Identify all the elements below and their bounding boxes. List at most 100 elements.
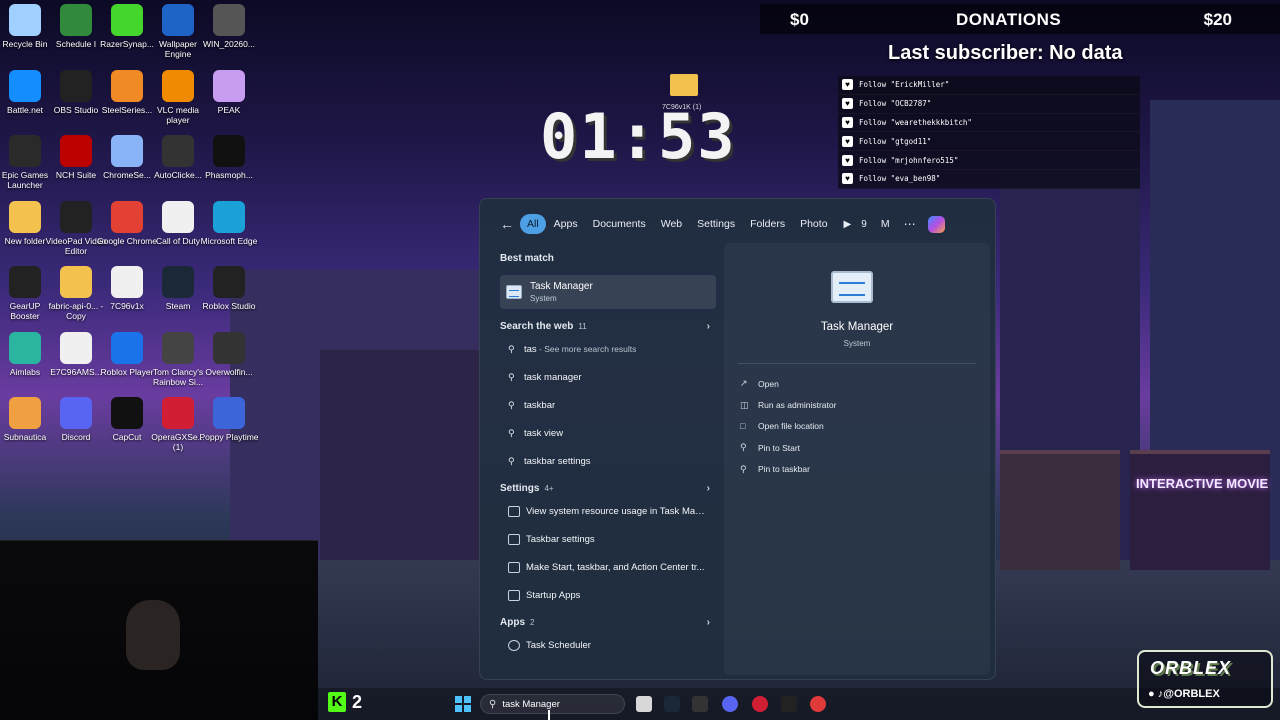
schedule-i-icon — [60, 4, 92, 36]
app-result-row[interactable]: Task Scheduler — [500, 631, 716, 659]
discord-taskbar-icon[interactable] — [722, 696, 738, 712]
web-result-row[interactable]: ⚲ taskbar settings — [500, 447, 716, 475]
heart-icon: ♥ — [842, 154, 853, 166]
desktop-icon[interactable]: Poppy Playtime — [199, 397, 259, 442]
desktop-icon[interactable]: VLC media player — [150, 69, 206, 125]
follow-text: Follow "eva_ben98" — [859, 174, 941, 184]
building-bg — [320, 350, 480, 570]
desktop-icon[interactable]: Overwolfin... — [201, 331, 257, 377]
settings-result-row[interactable]: View system resource usage in Task Man..… — [500, 497, 716, 525]
detail-action[interactable]: ◫ Run as administrator — [740, 394, 836, 415]
desktop-icon[interactable]: Microsoft Edge — [200, 200, 258, 246]
copilot-icon[interactable] — [927, 215, 945, 233]
countdown-timer: 01:53 — [540, 100, 737, 173]
steelseries-icon — [111, 69, 143, 102]
follow-goal-row: ♥ Follow "eva_ben98" — [838, 169, 1140, 189]
search-icon: ⚲ — [508, 455, 515, 466]
desktop-icon[interactable]: Wallpaper Engine — [150, 4, 206, 59]
chevron-right-icon: › — [706, 616, 710, 628]
desktop-icon[interactable]: WIN_20260... — [201, 4, 257, 49]
settings-result-label: View system resource usage in Task Man..… — [526, 505, 706, 517]
desktop-icon[interactable]: fabric-api-0... - Copy — [48, 266, 104, 321]
filter-chip[interactable]: All — [520, 214, 546, 234]
epic-taskbar-icon[interactable] — [781, 696, 797, 712]
heart-icon: ♥ — [842, 135, 853, 147]
desktop-icon[interactable]: Epic Games Launcher — [0, 135, 53, 190]
settings-item-icon — [508, 533, 520, 545]
desktop-icon-label: Roblox Studio — [202, 301, 256, 311]
start-button[interactable] — [455, 696, 471, 712]
search-icon: ⚲ — [508, 371, 515, 382]
web-result-row[interactable]: ⚲ task view — [500, 419, 716, 447]
rewards-points[interactable]: 9 — [861, 219, 867, 230]
detail-action[interactable]: ↗ Open — [740, 373, 836, 394]
more-options-icon[interactable]: ⋯ — [904, 217, 916, 231]
back-arrow-icon[interactable]: ← — [500, 216, 520, 232]
subnautica-icon — [9, 397, 41, 429]
desktop-icon[interactable]: PEAK — [201, 69, 257, 115]
search-web-header[interactable]: Search the web 11 › — [500, 317, 716, 335]
desktop-icon-label: Microsoft Edge — [200, 235, 258, 246]
task-manager-icon — [506, 285, 522, 299]
desktop-icon[interactable]: Tom Clancy's Rainbow Si... — [150, 331, 206, 387]
heart-icon: ♥ — [842, 116, 853, 128]
web-result-row[interactable]: ⚲ taskbar — [500, 391, 716, 419]
filter-chip[interactable]: Folders — [743, 214, 792, 234]
detail-actions: ↗ Open ◫ Run as administrator □ Open file loc… — [740, 373, 836, 480]
settings-result-row[interactable]: Make Start, taskbar, and Action Center t… — [500, 553, 716, 581]
best-match-title: Task Manager — [530, 281, 593, 292]
settings-header[interactable]: Settings 4+ › — [500, 479, 716, 497]
search-icon: ⚲ — [508, 427, 515, 438]
steam-icon — [162, 266, 194, 298]
desktop-icon[interactable]: Phasmoph... — [201, 135, 257, 180]
detail-action[interactable]: □ Open file location — [740, 416, 836, 437]
folder-icon[interactable] — [670, 74, 698, 96]
filter-chip[interactable]: Documents — [586, 214, 653, 234]
task-manager-icon — [831, 271, 873, 303]
task-view-icon[interactable] — [636, 696, 652, 712]
filter-chip[interactable]: Photo — [793, 214, 834, 234]
folder-open-icon: □ — [740, 421, 746, 432]
roblox-studio-icon — [213, 266, 245, 298]
overwolf-icon — [213, 331, 245, 364]
taskbar-search-input[interactable] — [502, 698, 613, 710]
follow-goal-row: ♥ Follow "ErickMiller" — [838, 76, 1140, 95]
kick-logo-icon: K — [328, 692, 346, 712]
desktop-icon-label: Poppy Playtime — [199, 432, 259, 442]
account-avatar[interactable]: M — [881, 218, 890, 230]
filter-chip[interactable]: Apps — [547, 214, 585, 234]
desktop-icon[interactable]: OperaGXSe... (1) — [150, 397, 206, 452]
apps-header[interactable]: Apps 2 › — [500, 613, 716, 631]
play-icon[interactable]: ▶ — [844, 219, 852, 230]
best-match-task-manager[interactable]: Task Manager System — [500, 275, 716, 309]
settings-result-row[interactable]: Taskbar settings — [500, 525, 716, 553]
wallpaper-engine-icon — [162, 4, 194, 36]
divider — [738, 363, 976, 364]
desktop-icon[interactable]: Roblox Studio — [201, 266, 257, 311]
web-result-row[interactable]: ⚲ tas - See more search results — [500, 335, 716, 363]
opera-gx-icon — [162, 397, 194, 429]
follow-text: Follow "ErickMiller" — [859, 80, 950, 90]
settings-result-label: Taskbar settings — [526, 533, 595, 545]
filter-chip[interactable]: Web — [654, 214, 689, 234]
taskbar-search[interactable]: ⚲ — [480, 694, 625, 714]
coffee-shop-bg — [1000, 450, 1120, 570]
opera-gx-taskbar-icon[interactable] — [752, 696, 768, 712]
settings-result-row[interactable]: Startup Apps — [500, 581, 716, 609]
desktop-icon-label: Phasmoph... — [205, 170, 253, 180]
web-result-label: taskbar settings — [524, 455, 591, 467]
settings-taskbar-icon[interactable] — [692, 696, 708, 712]
detail-action[interactable]: ⚲ Pin to Start — [740, 437, 836, 458]
filter-chip[interactable]: Settings — [690, 214, 742, 234]
steam-taskbar-icon[interactable] — [664, 696, 680, 712]
web-result-row[interactable]: ⚲ task manager — [500, 363, 716, 391]
image-file-icon — [213, 4, 245, 36]
neon-sign: INTERACTIVE MOVIE — [1136, 476, 1269, 491]
poppy-playtime-icon — [213, 397, 245, 429]
detail-action[interactable]: ⚲ Pin to taskbar — [740, 459, 836, 480]
desktop-icon[interactable]: VideoPad Video Editor — [46, 200, 106, 256]
obs-taskbar-icon[interactable] — [810, 696, 826, 712]
filter-chips: All Apps Documents Web Settings Folders Photo — [520, 214, 836, 234]
follow-text: Follow "gtgod11" — [859, 136, 932, 146]
detail-action-label: Run as administrator — [758, 400, 837, 411]
